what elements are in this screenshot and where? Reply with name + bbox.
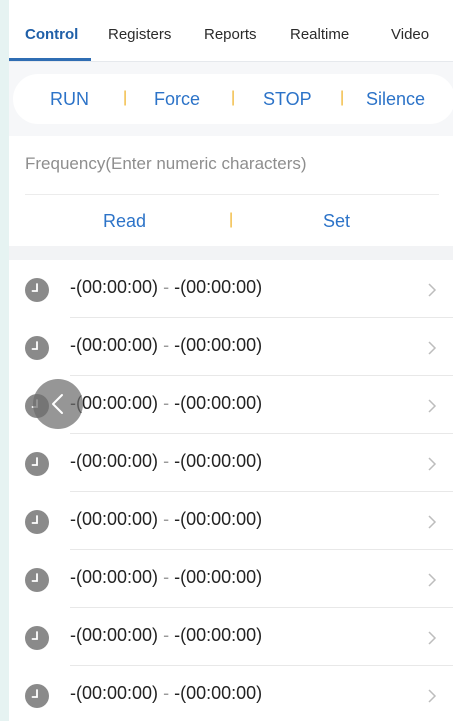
- frequency-divider: [25, 194, 439, 195]
- range-separator: -: [163, 625, 170, 645]
- tab-control[interactable]: Control: [25, 26, 78, 43]
- end-time: -(00:00:00): [174, 393, 263, 413]
- start-time: -(00:00:00): [70, 509, 159, 529]
- time-range: -(00:00:00) - -(00:00:00): [70, 451, 262, 472]
- tab-video[interactable]: Video: [391, 26, 429, 43]
- run-button[interactable]: RUN: [50, 89, 89, 110]
- clock-icon: [25, 336, 49, 360]
- range-separator: -: [163, 335, 170, 355]
- list-item[interactable]: -(00:00:00) - -(00:00:00): [9, 260, 453, 318]
- read-set-separator: |: [229, 211, 234, 228]
- schedule-list: -(00:00:00) - -(00:00:00) -(00:00:00) - …: [9, 260, 453, 721]
- range-separator: -: [163, 567, 170, 587]
- range-separator: -: [163, 509, 170, 529]
- action-separator: |: [231, 89, 236, 106]
- start-time: -(00:00:00): [70, 567, 159, 587]
- read-button[interactable]: Read: [103, 211, 146, 232]
- set-button[interactable]: Set: [323, 211, 350, 232]
- chevron-right-icon: [428, 341, 437, 355]
- chevron-right-icon: [428, 283, 437, 297]
- stop-button[interactable]: STOP: [263, 89, 312, 110]
- time-range: -(00:00:00) - -(00:00:00): [70, 625, 262, 646]
- tab-realtime[interactable]: Realtime: [290, 26, 349, 43]
- app-panel: Control Registers Reports Realtime Video…: [9, 0, 453, 721]
- floating-back-button[interactable]: [33, 379, 83, 429]
- chevron-right-icon: [428, 515, 437, 529]
- range-separator: -: [163, 277, 170, 297]
- time-range: -(00:00:00) - -(00:00:00): [70, 509, 262, 530]
- clock-icon: [25, 684, 49, 708]
- start-time: -(00:00:00): [70, 277, 159, 297]
- list-item[interactable]: -(00:00:00) - -(00:00:00): [9, 492, 453, 550]
- time-range: -(00:00:00) - -(00:00:00): [70, 683, 262, 704]
- left-edge-strip: [0, 0, 9, 721]
- list-item[interactable]: -(00:00:00) - -(00:00:00): [9, 608, 453, 666]
- start-time: -(00:00:00): [70, 625, 159, 645]
- start-time: -(00:00:00): [70, 683, 159, 703]
- start-time: -(00:00:00): [70, 393, 159, 413]
- section-gap: [9, 246, 453, 260]
- chevron-right-icon: [428, 631, 437, 645]
- action-separator: |: [123, 89, 128, 106]
- start-time: -(00:00:00): [70, 335, 159, 355]
- chevron-right-icon: [428, 573, 437, 587]
- list-item[interactable]: -(00:00:00) - -(00:00:00): [9, 666, 453, 721]
- tab-registers[interactable]: Registers: [108, 26, 171, 43]
- chevron-left-icon: [52, 394, 63, 414]
- time-range: -(00:00:00) - -(00:00:00): [70, 393, 262, 414]
- force-button[interactable]: Force: [154, 89, 200, 110]
- end-time: -(00:00:00): [174, 335, 263, 355]
- end-time: -(00:00:00): [174, 277, 263, 297]
- chevron-right-icon: [428, 689, 437, 703]
- end-time: -(00:00:00): [174, 509, 263, 529]
- clock-icon: [25, 510, 49, 534]
- chevron-right-icon: [428, 457, 437, 471]
- end-time: -(00:00:00): [174, 567, 263, 587]
- clock-icon: [25, 626, 49, 650]
- range-separator: -: [163, 451, 170, 471]
- control-section: RUN | Force | STOP | Silence Read | Set: [9, 62, 453, 246]
- tab-reports[interactable]: Reports: [204, 26, 257, 43]
- tab-bar: Control Registers Reports Realtime Video: [9, 0, 453, 62]
- range-separator: -: [163, 683, 170, 703]
- end-time: -(00:00:00): [174, 451, 263, 471]
- clock-icon: [25, 278, 49, 302]
- list-item[interactable]: -(00:00:00) - -(00:00:00): [9, 318, 453, 376]
- list-item[interactable]: -(00:00:00) - -(00:00:00): [9, 550, 453, 608]
- clock-icon: [25, 452, 49, 476]
- clock-icon: [25, 568, 49, 592]
- action-separator: |: [340, 89, 345, 106]
- frequency-input[interactable]: [25, 148, 435, 180]
- end-time: -(00:00:00): [174, 625, 263, 645]
- action-bar: RUN | Force | STOP | Silence: [13, 74, 453, 124]
- time-range: -(00:00:00) - -(00:00:00): [70, 567, 262, 588]
- chevron-right-icon: [428, 399, 437, 413]
- start-time: -(00:00:00): [70, 451, 159, 471]
- time-range: -(00:00:00) - -(00:00:00): [70, 335, 262, 356]
- list-item[interactable]: -(00:00:00) - -(00:00:00): [9, 434, 453, 492]
- frequency-panel: Read | Set: [9, 136, 453, 246]
- range-separator: -: [163, 393, 170, 413]
- silence-button[interactable]: Silence: [366, 89, 425, 110]
- time-range: -(00:00:00) - -(00:00:00): [70, 277, 262, 298]
- end-time: -(00:00:00): [174, 683, 263, 703]
